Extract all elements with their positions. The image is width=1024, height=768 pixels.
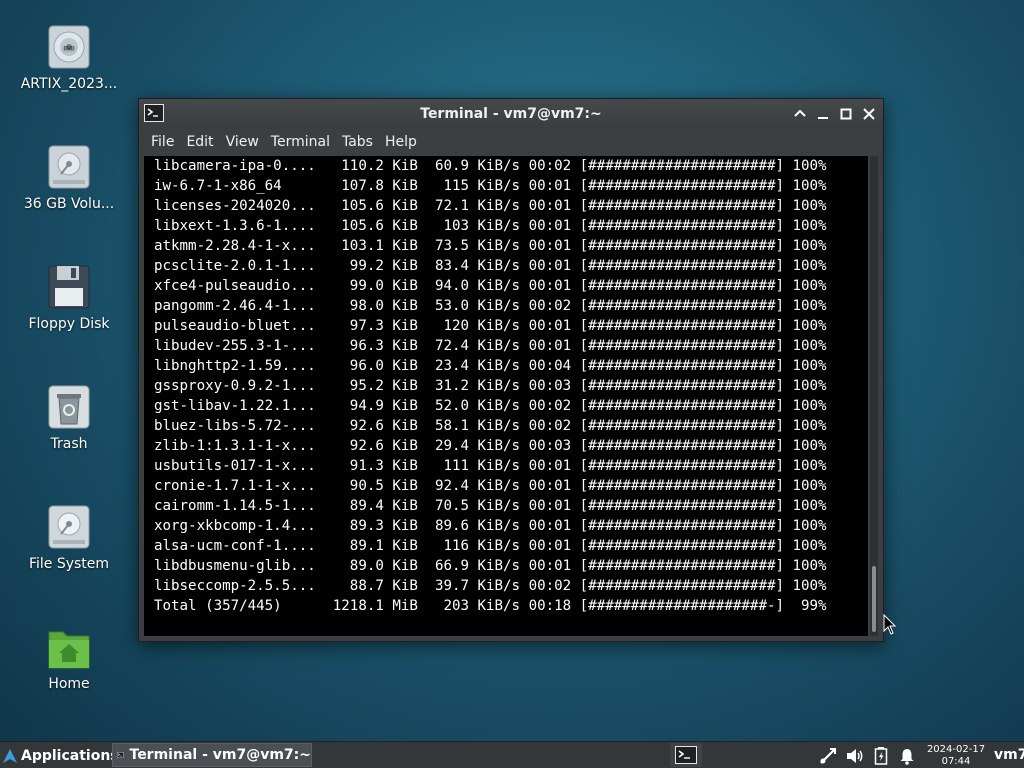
desktop-icon-volume[interactable]: 36 GB Volu...	[8, 144, 130, 240]
floppy-disk-icon	[47, 264, 91, 310]
terminal-launcher-button[interactable]	[670, 743, 702, 767]
clock-time: 07:44	[941, 756, 971, 767]
notifications-tray-button[interactable]	[896, 742, 918, 768]
terminal-line: zlib-1:1.3.1-1-x... 92.6 KiB 29.4 KiB/s …	[154, 438, 827, 454]
terminal-launcher-icon	[675, 746, 697, 764]
minimize-icon	[818, 117, 828, 119]
notification-bell-icon	[900, 748, 914, 765]
network-tray-button[interactable]	[816, 742, 840, 768]
desktop-icon-label: ARTIX_2023...	[20, 76, 118, 92]
terminal-line: atkmm-2.28.4-1-x... 103.1 KiB 73.5 KiB/s…	[154, 238, 827, 254]
close-button[interactable]	[860, 105, 878, 123]
desktop-icon-label: 36 GB Volu...	[23, 196, 115, 212]
desktop-icon-artix[interactable]: DVD ARTIX_2023...	[8, 24, 130, 120]
maximize-button[interactable]	[837, 105, 855, 123]
terminal-line: libdbusmenu-glib... 89.0 KiB 66.9 KiB/s …	[154, 558, 827, 574]
terminal-line: xfce4-pulseaudio... 99.0 KiB 94.0 KiB/s …	[154, 278, 827, 294]
terminal-line: bluez-libs-5.72-... 92.6 KiB 58.1 KiB/s …	[154, 418, 827, 434]
taskbar-task-terminal[interactable]: Terminal - vm7@vm7:~	[112, 743, 312, 767]
battery-icon	[874, 746, 888, 765]
menu-bar: File Edit View Terminal Tabs Help	[139, 129, 883, 155]
artix-logo-icon	[3, 748, 17, 763]
desktop-icon-label: Trash	[50, 436, 88, 452]
applications-label: Applications	[21, 747, 119, 764]
terminal-line: licenses-2024020... 105.6 KiB 72.1 KiB/s…	[154, 198, 827, 214]
desktop-icon-label: Floppy Disk	[28, 316, 110, 332]
desktop-icon-file-system[interactable]: File System	[8, 504, 130, 600]
terminal-line: cronie-1.7.1-1-x... 90.5 KiB 92.4 KiB/s …	[154, 478, 827, 494]
window-titlebar[interactable]: Terminal - vm7@vm7:~	[139, 99, 883, 129]
desktop-icon-label: File System	[28, 556, 110, 572]
menu-help[interactable]: Help	[379, 129, 423, 155]
optical-disc-icon: DVD	[47, 24, 91, 70]
terminal-task-icon	[117, 752, 124, 758]
taskbar-task-label: Terminal - vm7@vm7:~	[129, 747, 312, 763]
taskbar-clock[interactable]: 2024-02-17 07:44	[920, 744, 992, 768]
scrollbar-thumb[interactable]	[872, 566, 876, 632]
volume-icon	[847, 748, 863, 763]
close-icon	[863, 108, 875, 120]
trash-icon	[47, 384, 91, 430]
taskbar-user-name[interactable]: vm7	[994, 747, 1024, 763]
clock-date: 2024-02-17	[926, 744, 986, 755]
desktop-icon-home[interactable]: Home	[8, 624, 130, 720]
terminal-total-line: Total (357/445) 1218.1 MiB 203 KiB/s 00:…	[154, 598, 827, 614]
battery-tray-button[interactable]	[870, 742, 892, 768]
desktop-icon-trash[interactable]: Trash	[8, 384, 130, 480]
chevron-up-icon	[794, 109, 806, 117]
menu-view[interactable]: View	[220, 129, 265, 155]
terminal-line: alsa-ucm-conf-1.... 89.1 KiB 116 KiB/s 0…	[154, 538, 827, 554]
applications-menu-button[interactable]: Applications	[0, 742, 125, 768]
terminal-line: libseccomp-2.5.5... 88.7 KiB 39.7 KiB/s …	[154, 578, 827, 594]
terminal-line: libcamera-ipa-0.... 110.2 KiB 60.9 KiB/s…	[154, 158, 827, 174]
terminal-line: libudev-255.3-1-... 96.3 KiB 72.4 KiB/s …	[154, 338, 827, 354]
terminal-line: iw-6.7-1-x86_64 107.8 KiB 115 KiB/s 00:0…	[154, 178, 827, 194]
menu-file[interactable]: File	[139, 129, 180, 155]
desktop-icon-label: Home	[48, 676, 90, 692]
menu-tabs[interactable]: Tabs	[336, 129, 379, 155]
terminal-line: gssproxy-0.9.2-1... 95.2 KiB 31.2 KiB/s …	[154, 378, 827, 394]
terminal-line: libnghttp2-1.59.... 96.0 KiB 23.4 KiB/s …	[154, 358, 827, 374]
terminal-line: pcsclite-2.0.1-1... 99.2 KiB 83.4 KiB/s …	[154, 258, 827, 274]
menu-edit[interactable]: Edit	[180, 129, 219, 155]
hard-drive-icon	[47, 144, 91, 190]
terminal-line: xorg-xkbcomp-1.4... 89.3 KiB 89.6 KiB/s …	[154, 518, 827, 534]
svg-text:DVD: DVD	[63, 46, 74, 52]
terminal-line: pulseaudio-bluet... 97.3 KiB 120 KiB/s 0…	[154, 318, 827, 334]
terminal-output[interactable]: libcamera-ipa-0.... 110.2 KiB 60.9 KiB/s…	[144, 156, 868, 636]
minimize-button[interactable]	[814, 105, 832, 123]
file-system-drive-icon	[47, 504, 91, 550]
roll-up-button[interactable]	[791, 105, 809, 123]
network-icon	[820, 747, 836, 764]
terminal-line: usbutils-017-1-x... 91.3 KiB 111 KiB/s 0…	[154, 458, 827, 474]
menu-terminal[interactable]: Terminal	[265, 129, 336, 155]
volume-tray-button[interactable]	[843, 742, 867, 768]
terminal-line: pangomm-2.46.4-1... 98.0 KiB 53.0 KiB/s …	[154, 298, 827, 314]
terminal-line: gst-libav-1.22.1... 94.9 KiB 52.0 KiB/s …	[154, 398, 827, 414]
terminal-line: cairomm-1.14.5-1... 89.4 KiB 70.5 KiB/s …	[154, 498, 827, 514]
taskbar: Applications Terminal - vm7@vm7:~ 2024-0…	[0, 741, 1024, 768]
desktop-icon-floppy[interactable]: Floppy Disk	[8, 264, 130, 360]
window-title: Terminal - vm7@vm7:~	[420, 106, 602, 122]
terminal-line: libxext-1.3.6-1.... 105.6 KiB 103 KiB/s …	[154, 218, 827, 234]
mouse-pointer-icon	[883, 613, 897, 636]
maximize-icon	[840, 108, 852, 120]
terminal-scrollbar[interactable]	[870, 156, 878, 636]
home-folder-icon	[47, 624, 91, 670]
terminal-window[interactable]: Terminal - vm7@vm7:~ File Edit View Termina…	[138, 98, 884, 642]
